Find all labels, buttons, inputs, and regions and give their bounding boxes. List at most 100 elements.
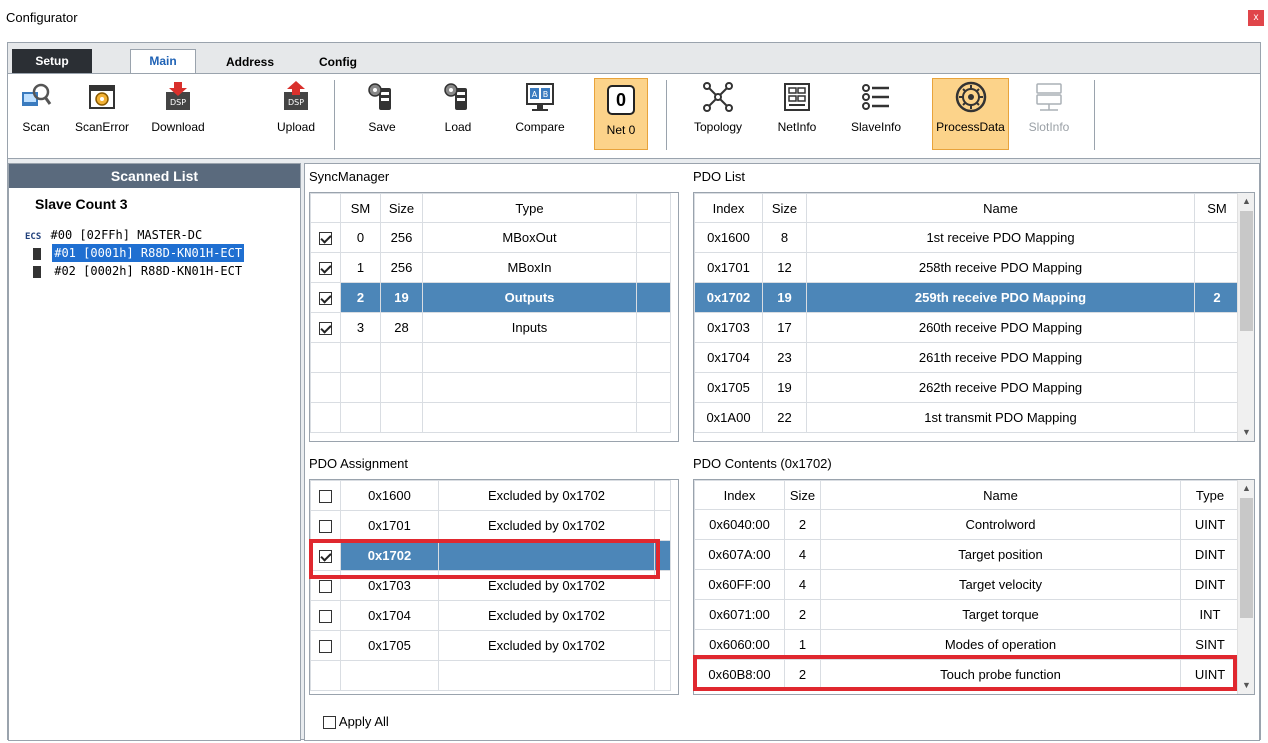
ribbon-separator bbox=[334, 80, 335, 150]
processdata-button-content[interactable]: ProcessData bbox=[932, 80, 1009, 150]
table-row-selected[interactable]: 0x1702 bbox=[310, 540, 671, 571]
tree-item-slave-01[interactable]: #01 [0001h] R88D-KN01H-ECT bbox=[25, 244, 245, 262]
checkbox[interactable] bbox=[323, 716, 336, 730]
checkbox[interactable] bbox=[319, 322, 332, 336]
vertical-scrollbar[interactable]: ▲ ▼ bbox=[1237, 480, 1254, 694]
slaveinfo-button[interactable]: SlaveInfo bbox=[846, 80, 906, 150]
topology-button[interactable]: Topology bbox=[688, 80, 748, 150]
ecs-icon: ECS bbox=[25, 232, 42, 242]
load-icon bbox=[444, 83, 467, 110]
net-selector-button[interactable]: 0 Net 0 bbox=[594, 78, 648, 150]
table-row[interactable]: 0x1600 Excluded by 0x1702 bbox=[310, 480, 671, 511]
save-button[interactable]: Save bbox=[360, 80, 404, 150]
checkbox[interactable] bbox=[319, 520, 332, 534]
checkbox[interactable] bbox=[319, 262, 332, 276]
compare-icon: AB bbox=[526, 83, 554, 111]
pdo-assignment-label: PDO Assignment bbox=[309, 456, 408, 471]
vertical-scrollbar[interactable]: ▲ ▼ bbox=[1237, 193, 1254, 441]
tab-address[interactable]: Address bbox=[213, 51, 287, 73]
table-row[interactable]: 0x1A00 22 1st transmit PDO Mapping bbox=[694, 402, 1240, 433]
scroll-thumb[interactable] bbox=[1240, 498, 1253, 618]
scanned-list-panel: Scanned List Slave Count 3 ECS #00 [02FF… bbox=[8, 163, 301, 741]
svg-text:DSP: DSP bbox=[170, 98, 186, 107]
gear-icon bbox=[955, 81, 986, 113]
ribbon-toolbar: Scan ScanError DSP Download DSP Upload S… bbox=[8, 73, 1260, 159]
pdo-contents-label: PDO Contents (0x1702) bbox=[693, 456, 832, 471]
checkbox[interactable] bbox=[319, 292, 332, 306]
pdo-contents-table: Index Size Name Type 0x6040:00 2 Controlword U… bbox=[693, 479, 1255, 695]
tree-item-master[interactable]: ECS #00 [02FFh] MASTER-DC bbox=[25, 226, 204, 244]
table-row[interactable]: 0x1703 Excluded by 0x1702 bbox=[310, 570, 671, 601]
syncmanager-table: SM Size Type 0 256 MBoxOut 1 256 MBoxIn 2 19 Out… bbox=[309, 192, 679, 442]
table-row[interactable]: 0x1705 19 262th receive PDO Mapping bbox=[694, 372, 1240, 403]
scroll-up-icon[interactable]: ▲ bbox=[1238, 193, 1254, 210]
compare-button[interactable]: AB Compare bbox=[508, 80, 572, 150]
netinfo-button[interactable]: NetInfo bbox=[772, 80, 822, 150]
svg-text:DSP: DSP bbox=[288, 98, 304, 107]
table-row[interactable]: 0x1704 Excluded by 0x1702 bbox=[310, 600, 671, 631]
table-row-selected[interactable]: 2 19 Outputs bbox=[310, 282, 671, 313]
table-header-row: SM Size Type bbox=[310, 193, 671, 223]
tab-config[interactable]: Config bbox=[308, 51, 368, 73]
table-row-selected[interactable]: 0x1702 19 259th receive PDO Mapping 2 bbox=[694, 282, 1240, 313]
save-icon bbox=[368, 83, 391, 110]
netinfo-icon bbox=[784, 83, 810, 111]
table-row[interactable]: 0x1703 17 260th receive PDO Mapping bbox=[694, 312, 1240, 343]
scan-error-button[interactable]: ScanError bbox=[68, 80, 136, 150]
tab-setup[interactable]: Setup bbox=[12, 49, 92, 73]
checkbox[interactable] bbox=[319, 640, 332, 654]
table-row[interactable]: 0x60B8:00 2 Touch probe function UINT bbox=[694, 659, 1240, 690]
table-row[interactable]: 0x1704 23 261th receive PDO Mapping bbox=[694, 342, 1240, 373]
upload-icon: DSP bbox=[284, 81, 308, 110]
scroll-down-icon[interactable]: ▼ bbox=[1238, 424, 1254, 441]
tree-item-slave-02[interactable]: #02 [0002h] R88D-KN01H-ECT bbox=[25, 262, 244, 280]
svg-text:A: A bbox=[532, 90, 538, 99]
scroll-down-icon[interactable]: ▼ bbox=[1238, 677, 1254, 694]
window-title: Configurator bbox=[6, 10, 78, 25]
download-button[interactable]: DSP Download bbox=[143, 80, 213, 150]
table-row[interactable]: 0x607A:00 4 Target position DINT bbox=[694, 539, 1240, 570]
list-icon bbox=[862, 84, 889, 110]
table-row[interactable]: 0x1701 Excluded by 0x1702 bbox=[310, 510, 671, 541]
table-row[interactable]: 3 28 Inputs bbox=[310, 312, 671, 343]
scan-button[interactable]: Scan bbox=[16, 80, 56, 150]
net-label: Net 0 bbox=[606, 123, 636, 137]
device-icon bbox=[33, 247, 41, 260]
ribbon-separator bbox=[1094, 80, 1095, 150]
table-row[interactable]: 0x1705 Excluded by 0x1702 bbox=[310, 630, 671, 661]
checkbox[interactable] bbox=[319, 610, 332, 624]
title-bar: Configurator x bbox=[0, 0, 1268, 36]
apply-all-checkbox[interactable]: Apply All bbox=[323, 714, 389, 730]
download-icon: DSP bbox=[166, 82, 190, 110]
checkbox[interactable] bbox=[319, 550, 332, 564]
upload-button[interactable]: DSP Upload bbox=[270, 80, 322, 150]
table-row[interactable]: 0x6040:00 2 Controlword UINT bbox=[694, 509, 1240, 540]
checkbox[interactable] bbox=[319, 580, 332, 594]
scanned-list-header: Scanned List bbox=[9, 164, 300, 188]
pdo-list-label: PDO List bbox=[693, 169, 746, 184]
net-number: 0 bbox=[607, 85, 635, 115]
table-row[interactable]: 0 256 MBoxOut bbox=[310, 222, 671, 253]
tab-main[interactable]: Main bbox=[130, 49, 196, 73]
svg-text:B: B bbox=[543, 90, 549, 99]
table-row[interactable]: 0x6060:00 1 Modes of operation SINT bbox=[694, 629, 1240, 660]
table-header-row: Index Size Name Type bbox=[694, 480, 1240, 510]
pdo-assignment-table: 0x1600 Excluded by 0x1702 0x1701 Excluded … bbox=[309, 479, 679, 695]
table-row[interactable]: 0x1600 8 1st receive PDO Mapping bbox=[694, 222, 1240, 253]
tab-bar: Setup Main Address Config bbox=[8, 43, 1260, 73]
checkbox[interactable] bbox=[319, 232, 332, 246]
slotinfo-button[interactable]: SlotInfo bbox=[1024, 80, 1074, 150]
table-row[interactable]: 0x6071:00 2 Target torque INT bbox=[694, 599, 1240, 630]
close-button[interactable]: x bbox=[1248, 10, 1264, 26]
table-row[interactable]: 1 256 MBoxIn bbox=[310, 252, 671, 283]
scroll-thumb[interactable] bbox=[1240, 211, 1253, 331]
apply-all-label: Apply All bbox=[338, 714, 389, 729]
process-data-area: SyncManager SM Size Type 0 256 MBoxOut 1 256 M… bbox=[304, 163, 1260, 741]
scroll-up-icon[interactable]: ▲ bbox=[1238, 480, 1254, 497]
main-frame: Setup Main Address Config Scan ScanError… bbox=[7, 42, 1261, 741]
scan-error-icon bbox=[89, 85, 115, 109]
load-button[interactable]: Load bbox=[436, 80, 480, 150]
table-row[interactable]: 0x60FF:00 4 Target velocity DINT bbox=[694, 569, 1240, 600]
table-row[interactable]: 0x1701 12 258th receive PDO Mapping bbox=[694, 252, 1240, 283]
checkbox[interactable] bbox=[319, 490, 332, 504]
